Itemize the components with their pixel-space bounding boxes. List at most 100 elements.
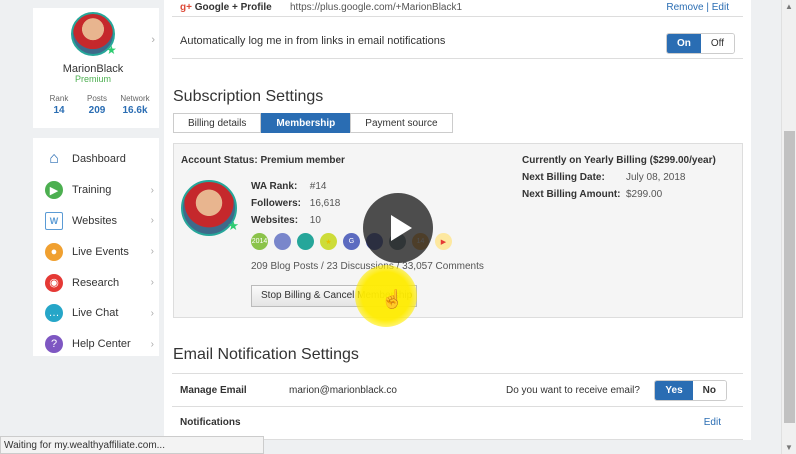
profile-stats: Rank 14 Posts 209 Network 16.6k [41,94,153,116]
stat-rank[interactable]: Rank 14 [41,94,77,116]
badge-list-icon[interactable] [297,233,314,250]
websites: Websites: 10 [251,215,321,226]
sidebar-item-live-chat[interactable]: … Live Chat › [33,298,159,329]
chevron-right-icon: › [150,277,154,289]
sidebar-item-label: Training [72,184,112,197]
account-panel: Account Status: Premium member ★ WA Rank… [173,143,743,318]
badge-2014-icon[interactable]: 2014 [251,233,268,250]
badge-flag-icon[interactable]: ▶ [435,233,452,250]
membership-tier: Premium [74,74,111,84]
research-icon: ◉ [45,273,63,292]
stat-label: Rank [49,94,69,103]
google-profile-url: https://plus.google.com/+MarionBlack1 [290,2,463,13]
remove-link[interactable]: Remove [666,2,703,13]
badge-star-icon[interactable]: ★ [320,233,337,250]
badge-g-icon[interactable]: G [343,233,360,250]
avatar[interactable]: ★ [181,180,239,236]
next-billing-date-value: July 08, 2018 [626,172,686,183]
stat-value: 209 [88,105,106,116]
google-profile-label: g+ Google + Profile [180,2,272,13]
next-billing-date: Next Billing Date: July 08, 2018 [522,172,716,183]
edit-link[interactable]: Edit [712,2,729,13]
yes-button[interactable]: Yes [655,381,693,400]
billing-title: Currently on Yearly Billing ($299.00/yea… [522,155,716,166]
websites-icon: W [45,211,63,230]
auto-login-toggle[interactable]: On Off [665,33,735,54]
subscription-settings-heading: Subscription Settings [173,88,324,105]
scroll-up-icon[interactable]: ▲ [785,2,793,11]
email-address: marion@marionblack.co [289,385,397,396]
receive-email-toggle[interactable]: Yes No [654,380,727,401]
sidebar-item-label: Research [72,276,120,289]
google-profile-row: g+ Google + Profile https://plus.google.… [172,0,743,17]
chat-icon: … [45,304,63,323]
chevron-right-icon[interactable]: › [151,34,155,46]
followers-label: Followers: [251,198,302,209]
next-billing-date-label: Next Billing Date: [522,172,605,183]
tab-membership[interactable]: Membership [261,113,351,133]
email-settings-heading: Email Notification Settings [173,346,359,363]
sidebar-item-label: Dashboard [72,153,126,166]
stat-label: Posts [86,94,107,103]
sidebar-item-websites[interactable]: W Websites › [33,206,159,237]
sidebar-item-label: Websites [72,214,118,227]
stat-value: 14 [53,105,65,116]
scroll-thumb[interactable] [784,131,795,423]
off-button[interactable]: Off [700,34,734,53]
profile-card[interactable]: ★ › MarionBlack Premium Rank 14 Posts 209 … [33,8,159,128]
sidebar-item-help-center[interactable]: ? Help Center › [33,329,159,360]
followers-value: 16,618 [309,198,341,209]
sidebar-item-live-events[interactable]: ● Live Events › [33,236,159,267]
wa-rank: WA Rank: #14 [251,181,326,192]
stat-posts[interactable]: Posts 209 [79,94,115,116]
chevron-right-icon: › [150,184,154,196]
badge-person-icon[interactable] [274,233,291,250]
wa-rank-label: WA Rank: [251,181,298,192]
tab-billing-details[interactable]: Billing details [173,113,262,133]
notifications-edit-link[interactable]: Edit [704,417,721,428]
sidebar: ★ › MarionBlack Premium Rank 14 Posts 209 … [33,8,159,356]
sidebar-item-dashboard[interactable]: ⌂ Dashboard [33,144,159,175]
play-icon [390,215,412,241]
google-profile-actions: Remove | Edit [666,2,729,13]
websites-label: Websites: [251,215,299,226]
google-profile-label-text: Google + Profile [194,2,272,13]
subscription-tabs: Billing details Membership Payment sourc… [173,113,453,133]
hand-cursor-icon: ☝ [381,289,404,309]
chevron-right-icon: › [150,215,154,227]
scroll-down-icon[interactable]: ▼ [785,443,793,452]
home-icon: ⌂ [49,150,59,168]
sidebar-item-label: Help Center [72,338,131,351]
websites-value: 10 [309,215,321,226]
auto-login-row: Automatically log me in from links in em… [172,25,743,59]
video-play-button[interactable] [363,193,433,263]
next-billing-amount: Next Billing Amount: $299.00 [522,189,716,200]
stat-network[interactable]: Network 16.6k [117,94,153,116]
chevron-right-icon: › [150,307,154,319]
auto-login-label: Automatically log me in from links in em… [180,35,446,47]
vertical-scrollbar[interactable]: ▲ ▼ [781,0,796,454]
receive-email-question: Do you want to receive email? [506,385,640,396]
notifications-label: Notifications [180,417,241,428]
next-billing-amount-label: Next Billing Amount: [522,189,621,200]
chevron-right-icon: › [150,338,154,350]
tab-payment-source[interactable]: Payment source [350,113,453,133]
avatar[interactable]: ★ [71,12,117,56]
sidebar-item-research[interactable]: ◉ Research › [33,267,159,298]
on-button[interactable]: On [666,34,701,53]
browser-status-bar: Waiting for my.wealthyaffiliate.com... [0,436,264,454]
live-events-icon: ● [45,242,63,261]
premium-star-icon: ★ [227,218,239,233]
google-plus-icon: g+ [180,2,192,13]
play-circle-icon: ▶ [45,181,63,200]
stat-value: 16.6k [122,105,148,116]
manage-email-row: Manage Email marion@marionblack.co Do yo… [172,373,743,407]
no-button[interactable]: No [692,381,726,400]
next-billing-amount-value: $299.00 [626,189,663,200]
account-status: Account Status: Premium member [181,155,345,166]
sidebar-menu: ⌂ Dashboard ▶ Training › W Websites › ● … [33,138,159,356]
sidebar-item-training[interactable]: ▶ Training › [33,175,159,206]
manage-email-label: Manage Email [180,385,247,396]
chevron-right-icon: › [150,246,154,258]
main-panel: g+ Google + Profile https://plus.google.… [164,0,751,440]
